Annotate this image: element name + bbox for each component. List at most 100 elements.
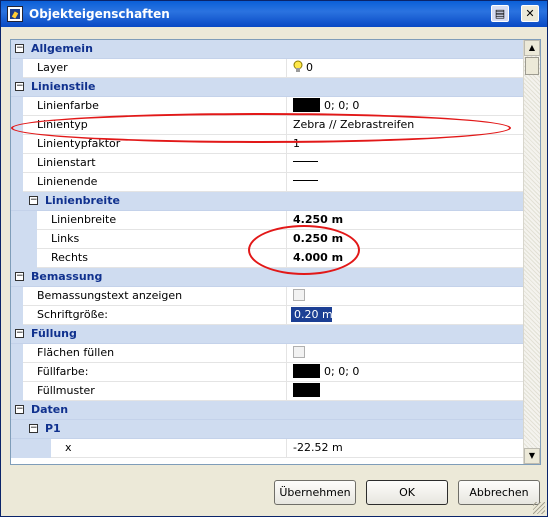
category-label: P1 [45,422,61,435]
collapse-toggle-icon[interactable]: − [15,82,24,91]
property-row-linienende[interactable]: Linienende [11,173,524,192]
row-gutter [11,306,23,325]
category-row-f-llung[interactable]: − Füllung [11,325,524,344]
title-bar[interactable]: Objekteigenschaften ▤ ✕ [1,1,547,27]
checkbox[interactable] [293,289,305,301]
row-gutter [11,249,23,268]
property-row-schriftgr-e[interactable]: Schriftgröße: 0.20 m [11,306,524,325]
property-value[interactable] [293,382,324,400]
category-label: Allgemein [31,42,93,55]
property-value[interactable]: Zebra // Zebrastreifen [293,116,414,134]
category-row-bemassung[interactable]: − Bemassung [11,268,524,287]
property-row-linienstart[interactable]: Linienstart [11,154,524,173]
color-swatch [293,98,320,112]
category-row-allgemein[interactable]: − Allgemein [11,40,524,59]
layer-value-text: 0 [306,61,313,74]
column-divider[interactable] [286,116,287,135]
property-row-linienfarbe[interactable]: Linienfarbe 0; 0; 0 [11,97,524,116]
property-value[interactable]: -22.52 m [293,439,343,457]
category-label: Füllung [31,327,77,340]
row-gutter [11,135,23,154]
column-divider[interactable] [286,173,287,192]
property-value[interactable] [293,173,318,191]
column-divider[interactable] [286,59,287,78]
property-row-f-llmuster[interactable]: Füllmuster [11,382,524,401]
vertical-scrollbar[interactable]: ▲ ▼ [523,40,540,464]
property-row-linientypfaktor[interactable]: Linientypfaktor 1 [11,135,524,154]
row-gutter [23,211,37,230]
column-divider[interactable] [286,211,287,230]
property-grid-rows: − Allgemein Layer 0− Linienstile Linienfarbe 0… [11,40,524,464]
property-value[interactable]: 1 [293,135,300,153]
resize-grip[interactable] [533,502,545,514]
column-divider[interactable] [286,135,287,154]
property-name: Layer [37,61,68,74]
property-row-linientyp[interactable]: Linientyp Zebra // Zebrastreifen [11,116,524,135]
category-row-linienstile[interactable]: − Linienstile [11,78,524,97]
column-divider[interactable] [286,287,287,306]
category-row-daten[interactable]: − Daten [11,401,524,420]
row-gutter [11,382,23,401]
column-divider[interactable] [286,249,287,268]
property-row-layer[interactable]: Layer 0 [11,59,524,78]
property-value[interactable]: 4.250 m [293,211,343,229]
property-row-rechts[interactable]: Rechts 4.000 m [11,249,524,268]
property-name: Linientyp [37,118,88,131]
property-value[interactable]: 0.20 m [291,306,333,324]
apply-button[interactable]: Übernehmen [274,480,356,505]
property-value[interactable] [293,154,318,172]
column-divider[interactable] [286,363,287,382]
property-value[interactable]: 4.000 m [293,249,343,267]
row-gutter [23,249,37,268]
column-divider[interactable] [286,344,287,363]
ok-button[interactable]: OK [366,480,448,505]
property-row-fl-chen-f-llen[interactable]: Flächen füllen [11,344,524,363]
collapse-toggle-icon[interactable]: − [15,44,24,53]
category-row-linienbreite[interactable]: − Linienbreite [11,192,524,211]
scroll-down-button[interactable]: ▼ [524,448,540,464]
property-row-f-llfarbe[interactable]: Füllfarbe: 0; 0; 0 [11,363,524,382]
category-label: Linienstile [31,80,96,93]
column-divider[interactable] [286,97,287,116]
property-row-linienbreite[interactable]: Linienbreite 4.250 m [11,211,524,230]
property-row-links[interactable]: Links 0.250 m [11,230,524,249]
property-value[interactable]: 0 [293,59,313,79]
property-value[interactable] [293,344,305,362]
collapse-toggle-icon[interactable]: − [15,272,24,281]
column-divider[interactable] [286,382,287,401]
column-divider[interactable] [286,439,287,458]
property-name: Linientypfaktor [37,137,121,150]
property-name: Linienstart [37,156,96,169]
category-row-p1[interactable]: − P1 [11,420,524,439]
scroll-up-button[interactable]: ▲ [524,40,540,56]
lightbulb-icon [293,60,303,76]
print-button[interactable]: ▤ [491,5,509,22]
cancel-button[interactable]: Abbrechen [458,480,540,505]
property-value[interactable]: 0; 0; 0 [293,97,359,115]
line-end-sample [293,180,318,181]
property-row-x[interactable]: x -22.52 m [11,439,524,458]
row-gutter [11,59,23,78]
column-divider[interactable] [286,154,287,173]
collapse-toggle-icon[interactable]: − [15,405,24,414]
row-gutter [11,287,23,306]
collapse-toggle-icon[interactable]: − [29,424,38,433]
collapse-toggle-icon[interactable]: − [29,196,38,205]
property-value[interactable] [293,287,305,305]
collapse-toggle-icon[interactable]: − [15,329,24,338]
property-value[interactable]: 0.250 m [293,230,343,248]
close-button[interactable]: ✕ [521,5,539,22]
scroll-thumb[interactable] [525,57,539,75]
property-value[interactable]: 0; 0; 0 [293,363,359,381]
row-gutter [11,116,23,135]
property-name: Flächen füllen [37,346,115,359]
property-name: Linienbreite [51,213,117,226]
property-name: Linienende [37,175,98,188]
font-size-input[interactable]: 0.20 m [291,307,333,322]
column-divider[interactable] [286,306,287,325]
column-divider[interactable] [286,230,287,249]
property-row-bemassungstext-anzeigen[interactable]: Bemassungstext anzeigen [11,287,524,306]
properties-icon [7,6,23,22]
checkbox[interactable] [293,346,305,358]
row-gutter [11,97,23,116]
